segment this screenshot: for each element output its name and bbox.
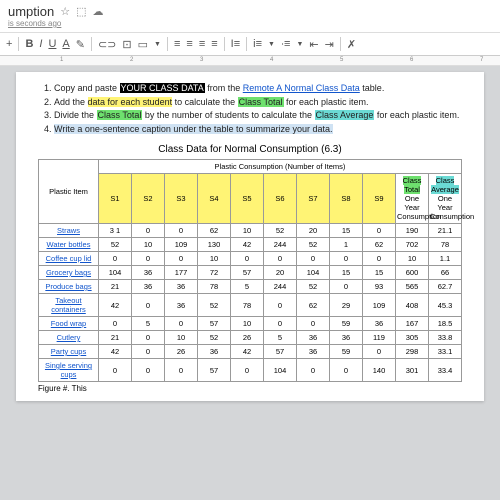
bold-button[interactable]: B [25, 38, 33, 50]
table-row: Cutlery2101052265363611930533.8 [39, 331, 462, 345]
last-edit[interactable]: is seconds ago [8, 19, 492, 28]
table-title: Class Data for Normal Consumption (6.3) [38, 144, 462, 155]
indent-inc-button[interactable]: ⇥ [325, 38, 334, 51]
table-row: Produce bags2136367852445209356562.7 [39, 280, 462, 294]
instruction-1: Copy and paste YOUR CLASS DATA from the … [54, 82, 462, 96]
title-bar: umption ☆ ⬚ ☁ is seconds ago [0, 0, 500, 33]
image-button[interactable]: ⊡ [122, 38, 131, 51]
table-row: Straws3 1006210522015019021.1 [39, 224, 462, 238]
col-average: Class AverageOne Year Consumption [429, 174, 462, 224]
italic-button[interactable]: I [39, 38, 42, 50]
link-button[interactable]: ⊂⊃ [98, 38, 116, 51]
align-right-button[interactable]: ≡ [199, 38, 205, 50]
folder-icon[interactable]: ⬚ [76, 5, 86, 18]
align-left-button[interactable]: ≡ [174, 38, 180, 50]
table-row: Takeout containers4203652780622910940845… [39, 294, 462, 317]
figure-caption: Figure #. This [38, 384, 462, 393]
comment-button[interactable]: ▭ [138, 38, 148, 51]
col-s4: S4 [198, 174, 231, 224]
text-color-button[interactable]: A [62, 38, 69, 50]
numbered-list-button[interactable]: i≡ [253, 38, 262, 50]
instruction-2: Add the data for each student to calcula… [54, 96, 462, 110]
col-total: Class TotalOne Year Consumption [396, 174, 429, 224]
table-row: Grocery bags10436177725720104151560066 [39, 266, 462, 280]
header-plastic-item: Plastic Item [39, 160, 99, 224]
doc-name: umption [8, 4, 54, 19]
indent-dec-button[interactable]: ⇤ [309, 38, 318, 51]
instructions: Copy and paste YOUR CLASS DATA from the … [38, 82, 462, 136]
col-s2: S2 [132, 174, 165, 224]
col-s6: S6 [264, 174, 297, 224]
table-row: Water bottles5210109130422445216270278 [39, 238, 462, 252]
highlight-button[interactable]: ✎ [76, 38, 85, 51]
document-page[interactable]: Copy and paste YOUR CLASS DATA from the … [16, 72, 484, 401]
table-row: Party cups420263642573659029833.1 [39, 345, 462, 359]
col-s1: S1 [99, 174, 132, 224]
instruction-4: Write a one-sentence caption under the t… [54, 123, 462, 137]
cloud-icon[interactable]: ☁ [93, 5, 104, 18]
table-row: Coffee cup lid0001000000101.1 [39, 252, 462, 266]
star-icon[interactable]: ☆ [60, 5, 70, 18]
col-s5: S5 [231, 174, 264, 224]
col-s3: S3 [165, 174, 198, 224]
table-row: Food wrap050571000593616718.5 [39, 317, 462, 331]
col-s7: S7 [297, 174, 330, 224]
toolbar: + B I U A ✎ ⊂⊃ ⊡ ▭ ▼ ≡ ≡ ≡ ≡ I≡ i≡ ▼ ∙≡ … [0, 33, 500, 56]
instruction-3: Divide the Class Total by the number of … [54, 109, 462, 123]
underline-button[interactable]: U [48, 38, 56, 50]
header-consumption: Plastic Consumption (Number of Items) [99, 160, 462, 174]
table-row: Single serving cups0005701040014030133.4 [39, 359, 462, 382]
clear-format-button[interactable]: ✗ [347, 38, 356, 51]
data-table: Plastic Item Plastic Consumption (Number… [38, 159, 462, 382]
line-spacing-button[interactable]: I≡ [231, 38, 240, 50]
col-s9: S9 [363, 174, 396, 224]
col-s8: S8 [330, 174, 363, 224]
ruler[interactable]: 1 2 3 4 5 6 7 [0, 56, 500, 66]
plus-button[interactable]: + [6, 38, 12, 50]
bullet-list-button[interactable]: ∙≡ [281, 38, 290, 50]
align-justify-button[interactable]: ≡ [211, 38, 217, 50]
align-center-button[interactable]: ≡ [186, 38, 192, 50]
